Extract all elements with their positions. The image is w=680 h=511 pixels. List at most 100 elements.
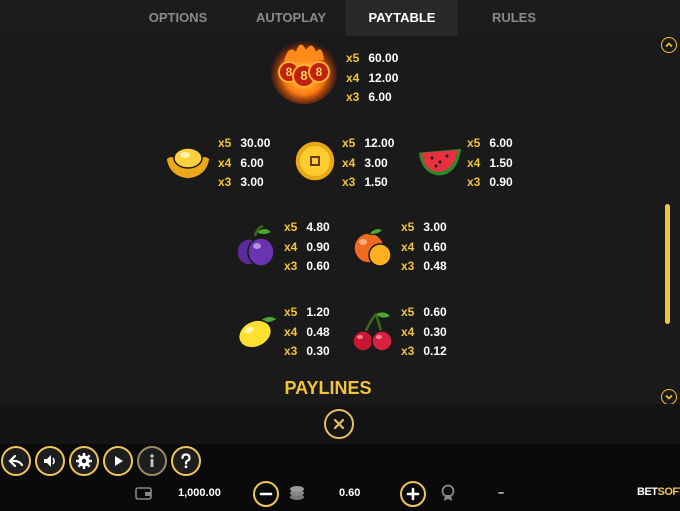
- payout: 4.80: [306, 220, 330, 234]
- pays-plum: x5 4.80 x4 0.90 x3 0.60: [284, 218, 330, 277]
- payout: 6.00: [368, 90, 392, 104]
- multiplier: x5: [401, 305, 415, 319]
- multiplier: x4: [467, 155, 481, 170]
- back-button[interactable]: [1, 446, 31, 476]
- plum-icon: [236, 224, 275, 267]
- win-value: –: [498, 487, 505, 499]
- payout: 1.20: [306, 305, 330, 319]
- logo-text-a: BET: [637, 486, 658, 498]
- logo-text-b: SOFT: [657, 486, 680, 498]
- info-icon: [150, 454, 154, 467]
- wallet-icon: [135, 487, 152, 500]
- gold-ingot-icon: [165, 147, 211, 180]
- payout: 0.30: [306, 344, 330, 358]
- payout: 3.00: [240, 175, 264, 189]
- chips-icon: [290, 486, 304, 500]
- minus-icon: [259, 492, 273, 496]
- multiplier: x5: [467, 136, 481, 150]
- multiplier: x3: [401, 344, 415, 358]
- tab-autoplay[interactable]: AUTOPLAY: [236, 0, 346, 36]
- autoplay-button[interactable]: [103, 446, 133, 476]
- plus-icon: [406, 487, 420, 501]
- multiplier: x3: [342, 175, 356, 189]
- svg-text:8: 8: [286, 65, 293, 79]
- control-bar: 1,000.00 0.60 – BETSOFT: [0, 444, 680, 511]
- payout: 0.48: [423, 259, 447, 273]
- payout: 6.00: [489, 136, 513, 150]
- pays-watermelon: x5 6.00 x4 1.50 x3 0.90: [467, 134, 513, 193]
- multiplier: x4: [346, 70, 360, 85]
- payout: 12.00: [368, 70, 399, 85]
- payout: 0.90: [306, 239, 330, 254]
- multiplier: x4: [401, 239, 415, 254]
- question-icon: [181, 453, 191, 469]
- pays-888: x5 60.00 x4 12.00 x3 6.00: [346, 49, 398, 108]
- multiplier: x4: [342, 155, 356, 170]
- pays-cherry: x5 0.60 x4 0.30 x3 0.12: [401, 303, 447, 362]
- play-icon: [115, 456, 123, 466]
- multiplier: x3: [401, 259, 415, 273]
- payout: 1.50: [489, 155, 513, 170]
- multiplier: x5: [284, 305, 298, 319]
- multiplier: x4: [401, 324, 415, 339]
- pays-orange: x5 3.00 x4 0.60 x3 0.48: [401, 218, 447, 277]
- scrollbar-thumb[interactable]: [665, 204, 670, 324]
- payout: 1.50: [364, 175, 388, 189]
- multiplier: x5: [346, 51, 360, 65]
- tab-rules[interactable]: RULES: [458, 0, 570, 36]
- payout: 0.12: [423, 344, 447, 358]
- chevron-down-icon: [665, 394, 673, 400]
- sound-button[interactable]: [35, 446, 65, 476]
- betsoft-logo: BETSOFT: [637, 486, 680, 498]
- close-button[interactable]: [324, 409, 354, 439]
- payout: 3.00: [364, 155, 388, 170]
- tab-bar: OPTIONS AUTOPLAY PAYTABLE RULES: [0, 0, 680, 36]
- balance-value: 1,000.00: [178, 487, 221, 499]
- bet-value: 0.60: [339, 487, 361, 499]
- multiplier: x3: [346, 90, 360, 104]
- payout: 0.60: [306, 259, 330, 273]
- watermelon-icon: [417, 147, 463, 177]
- help-button[interactable]: [171, 446, 201, 476]
- multiplier: x4: [218, 155, 232, 170]
- multiplier: x3: [284, 344, 298, 358]
- 888-fire-icon: 8 8 8: [271, 40, 337, 104]
- tab-group: OPTIONS AUTOPLAY PAYTABLE RULES: [120, 0, 570, 36]
- scroll-up-button[interactable]: [661, 37, 677, 53]
- chevron-up-icon: [665, 42, 673, 48]
- payout: 0.30: [423, 324, 447, 339]
- settings-button[interactable]: [69, 446, 99, 476]
- multiplier: x5: [401, 220, 415, 234]
- paytable-panel: 8 8 8 x5 60.00 x4 12.00 x3 6.00 x5 30.00…: [0, 36, 680, 404]
- multiplier: x4: [284, 324, 298, 339]
- payout: 6.00: [240, 155, 264, 170]
- multiplier: x5: [218, 136, 232, 150]
- payout: 60.00: [368, 51, 399, 65]
- scroll-down-button[interactable]: [661, 389, 677, 404]
- close-bar: [0, 404, 680, 444]
- multiplier: x3: [467, 175, 481, 189]
- orange-icon: [353, 228, 392, 267]
- bet-increase-button[interactable]: [400, 481, 426, 507]
- payout: 30.00: [240, 136, 271, 150]
- tab-options[interactable]: OPTIONS: [120, 0, 236, 36]
- payout: 0.60: [423, 239, 447, 254]
- pays-gold-ingot: x5 30.00 x4 6.00 x3 3.00: [218, 134, 270, 193]
- payout: 0.60: [423, 305, 447, 319]
- gear-icon: [76, 453, 92, 469]
- multiplier: x3: [284, 259, 298, 273]
- payout: 12.00: [364, 136, 395, 150]
- info-button[interactable]: [137, 446, 167, 476]
- bet-decrease-button[interactable]: [253, 481, 279, 507]
- gold-coin-icon: [294, 140, 336, 182]
- back-arrow-icon: [8, 454, 24, 468]
- pays-gold-coin: x5 12.00 x4 3.00 x3 1.50: [342, 134, 394, 193]
- svg-text:8: 8: [300, 68, 307, 83]
- close-icon: [333, 418, 345, 430]
- trophy-icon: [441, 484, 455, 501]
- tab-paytable[interactable]: PAYTABLE: [346, 0, 458, 36]
- multiplier: x5: [342, 136, 356, 150]
- pays-lemon: x5 1.20 x4 0.48 x3 0.30: [284, 303, 330, 362]
- multiplier: x3: [218, 175, 232, 189]
- payout: 0.90: [489, 175, 513, 189]
